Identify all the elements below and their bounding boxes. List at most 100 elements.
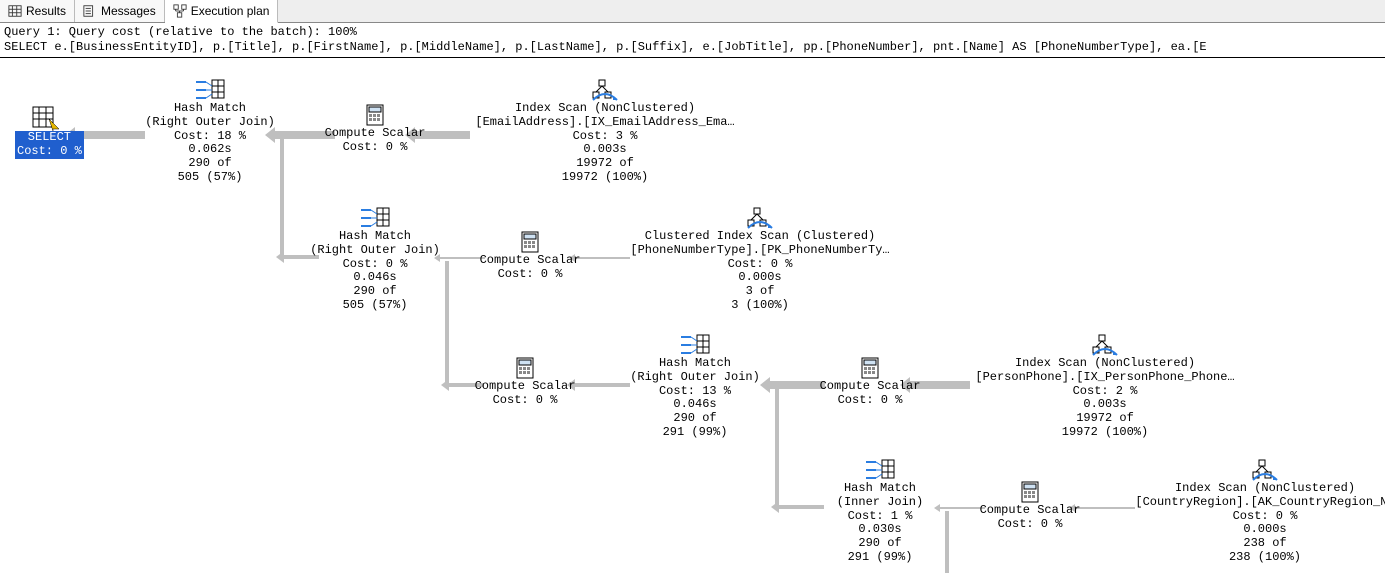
op-cost: Cost: 3 % (465, 130, 745, 144)
op-title: Compute Scalar (815, 380, 925, 394)
op-rows: 290 of (625, 412, 765, 426)
op-subtitle: (Inner Join) (815, 496, 945, 510)
op-title: Compute Scalar (320, 127, 430, 141)
op-rows: 290 of (305, 285, 445, 299)
results-icon (8, 4, 22, 18)
arrow (280, 139, 284, 259)
query-header: Query 1: Query cost (relative to the bat… (0, 23, 1385, 58)
select-cost: Cost: 0 % (17, 145, 82, 159)
tab-results[interactable]: Results (0, 0, 75, 22)
op-cost: Cost: 13 % (625, 385, 765, 399)
index-scan-node[interactable]: Index Scan (NonClustered) [CountryRegion… (1125, 458, 1385, 565)
op-cost: Cost: 0 % (975, 518, 1085, 532)
compute-scalar-icon (856, 356, 884, 380)
hash-match-icon (359, 206, 391, 230)
arrow (445, 261, 449, 387)
compute-scalar-node[interactable]: Compute Scalar Cost: 0 % (975, 480, 1085, 532)
op-time: 0.000s (1125, 523, 1385, 537)
op-time: 0.000s (620, 271, 900, 285)
op-rows: 19972 of (965, 412, 1245, 426)
op-cost: Cost: 18 % (140, 130, 280, 144)
compute-scalar-icon (1016, 480, 1044, 504)
op-rows2: 238 (100%) (1125, 551, 1385, 565)
compute-scalar-icon (361, 103, 389, 127)
hash-match-node[interactable]: Hash Match (Right Outer Join) Cost: 18 %… (140, 78, 280, 185)
op-rows: 238 of (1125, 537, 1385, 551)
op-cost: Cost: 0 % (320, 141, 430, 155)
hash-match-icon (679, 333, 711, 357)
select-icon (31, 103, 59, 131)
hash-match-node[interactable]: Hash Match (Right Outer Join) Cost: 0 % … (305, 206, 445, 313)
arrow (575, 383, 630, 387)
op-rows: 290 of (815, 537, 945, 551)
op-cost: Cost: 0 % (475, 268, 585, 282)
op-cost: Cost: 0 % (470, 394, 580, 408)
select-label: SELECT (17, 131, 82, 145)
op-object: [PhoneNumberType].[PK_PhoneNumberTy… (620, 244, 900, 258)
tab-messages[interactable]: Messages (75, 0, 165, 22)
op-rows2: 291 (99%) (815, 551, 945, 565)
op-rows: 290 of (140, 157, 280, 171)
tab-results-label: Results (26, 4, 66, 18)
compute-scalar-node[interactable]: Compute Scalar Cost: 0 % (470, 356, 580, 408)
query-cost-line: Query 1: Query cost (relative to the bat… (4, 25, 357, 39)
op-subtitle: (Right Outer Join) (305, 244, 445, 258)
hash-match-node[interactable]: Hash Match (Inner Join) Cost: 1 % 0.030s… (815, 458, 945, 565)
op-rows2: 19972 (100%) (465, 171, 745, 185)
op-rows: 19972 of (465, 157, 745, 171)
arrow (775, 389, 779, 509)
select-label-badge: SELECT Cost: 0 % (15, 131, 84, 159)
op-cost: Cost: 0 % (815, 394, 925, 408)
clustered-index-scan-node[interactable]: Clustered Index Scan (Clustered) [PhoneN… (620, 206, 900, 313)
tab-messages-label: Messages (101, 4, 156, 18)
op-title: Compute Scalar (975, 504, 1085, 518)
plan-canvas[interactable]: SELECT Cost: 0 % Hash Match (Right Outer… (0, 58, 1385, 573)
op-cost: Cost: 2 % (965, 385, 1245, 399)
compute-scalar-icon (516, 230, 544, 254)
messages-icon (83, 4, 97, 18)
op-object: [EmailAddress].[IX_EmailAddress_Ema… (465, 116, 745, 130)
op-title: Index Scan (NonClustered) (965, 357, 1245, 371)
select-node[interactable]: SELECT Cost: 0 % (15, 103, 75, 159)
op-rows2: 3 (100%) (620, 299, 900, 313)
op-cost: Cost: 0 % (305, 258, 445, 272)
op-title: Hash Match (815, 482, 945, 496)
op-time: 0.046s (625, 398, 765, 412)
op-cost: Cost: 1 % (815, 510, 945, 524)
arrow (945, 511, 949, 573)
op-time: 0.003s (965, 398, 1245, 412)
arrow (75, 131, 145, 139)
compute-scalar-node[interactable]: Compute Scalar Cost: 0 % (815, 356, 925, 408)
op-title: Compute Scalar (470, 380, 580, 394)
hash-match-node[interactable]: Hash Match (Right Outer Join) Cost: 13 %… (625, 333, 765, 440)
op-title: Hash Match (625, 357, 765, 371)
op-title: Compute Scalar (475, 254, 585, 268)
clustered-index-scan-icon (746, 206, 774, 230)
op-time: 0.062s (140, 143, 280, 157)
compute-scalar-node[interactable]: Compute Scalar Cost: 0 % (475, 230, 585, 282)
index-scan-node[interactable]: Index Scan (NonClustered) [PersonPhone].… (965, 333, 1245, 440)
op-time: 0.046s (305, 271, 445, 285)
tab-bar: Results Messages Execution plan (0, 0, 1385, 23)
op-subtitle: (Right Outer Join) (625, 371, 765, 385)
index-scan-node[interactable]: Index Scan (NonClustered) [EmailAddress]… (465, 78, 745, 185)
op-object: [CountryRegion].[AK_CountryRegion_N… (1125, 496, 1385, 510)
compute-scalar-node[interactable]: Compute Scalar Cost: 0 % (320, 103, 430, 155)
compute-scalar-icon (511, 356, 539, 380)
op-title: Clustered Index Scan (Clustered) (620, 230, 900, 244)
op-title: Hash Match (305, 230, 445, 244)
index-scan-icon (591, 78, 619, 102)
op-cost: Cost: 0 % (620, 258, 900, 272)
op-title: Index Scan (NonClustered) (1125, 482, 1385, 496)
query-sql-line: SELECT e.[BusinessEntityID], p.[Title], … (4, 40, 1207, 54)
tab-execution-plan-label: Execution plan (191, 4, 270, 18)
op-rows: 3 of (620, 285, 900, 299)
index-scan-icon (1091, 333, 1119, 357)
op-rows2: 505 (57%) (305, 299, 445, 313)
op-subtitle: (Right Outer Join) (140, 116, 280, 130)
op-rows2: 19972 (100%) (965, 426, 1245, 440)
op-time: 0.030s (815, 523, 945, 537)
tab-execution-plan[interactable]: Execution plan (165, 0, 279, 23)
hash-match-icon (864, 458, 896, 482)
execution-plan-icon (173, 4, 187, 18)
